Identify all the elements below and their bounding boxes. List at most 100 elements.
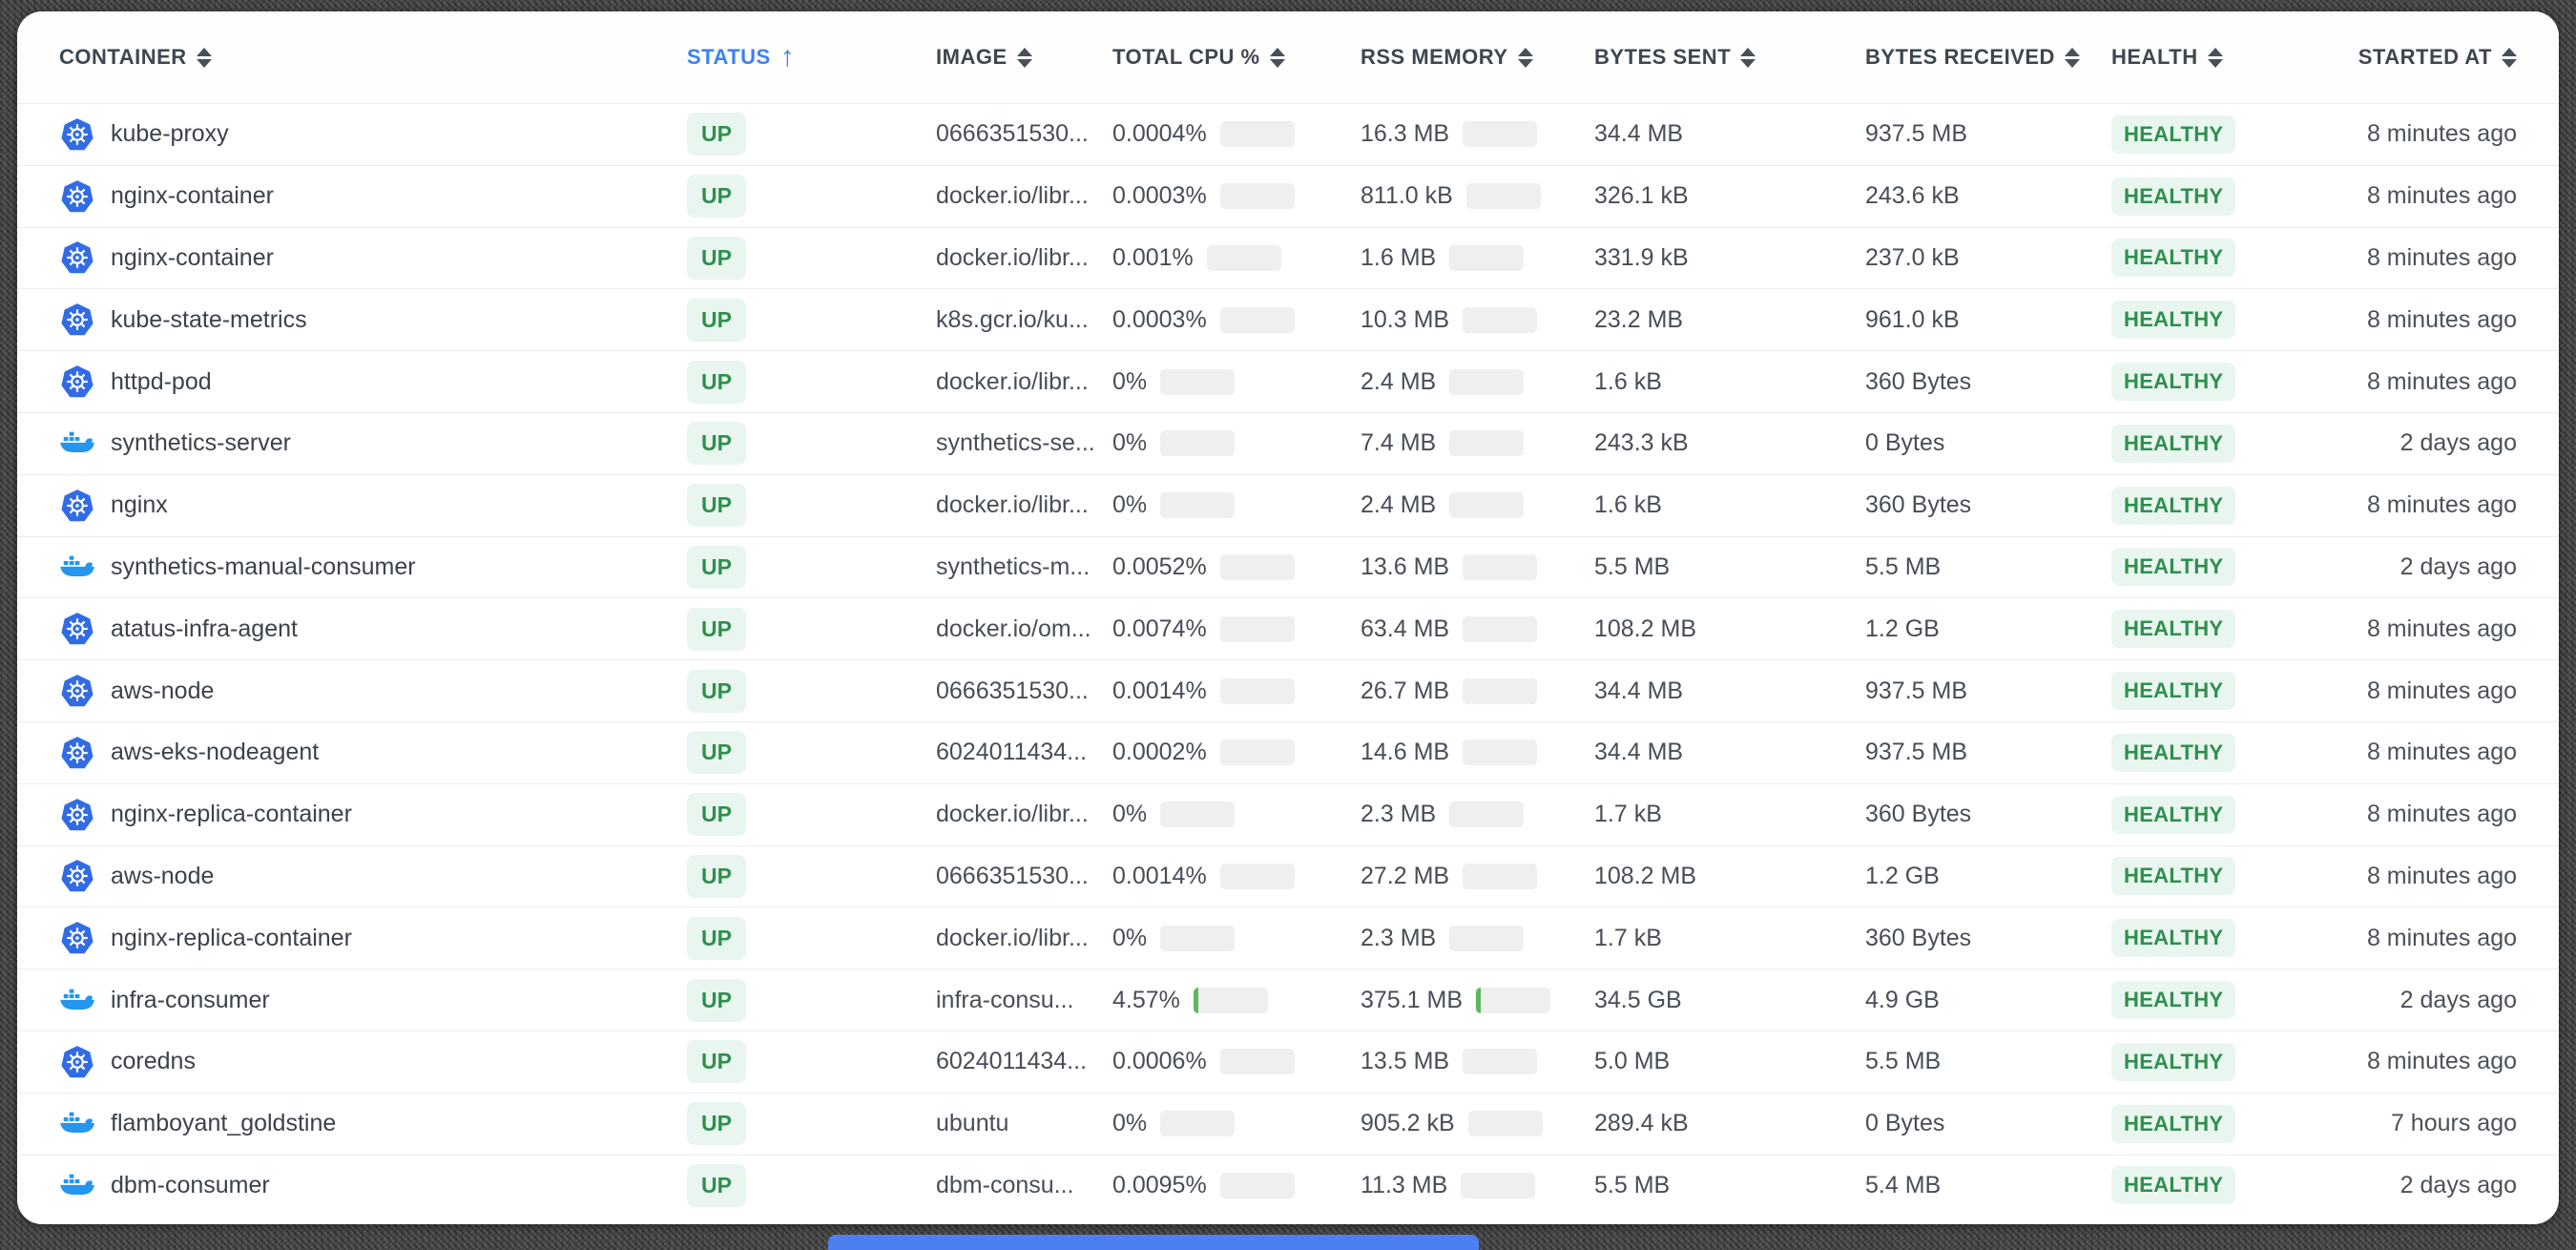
table-row[interactable]: infra-consumer UP infra-consu... 4.57% 3… — [17, 969, 2559, 1031]
sort-ascending-icon: ↑ — [780, 43, 796, 72]
kubernetes-icon — [59, 673, 95, 709]
health-badge: HEALTHY — [2111, 301, 2235, 339]
table-row[interactable]: synthetics-manual-consumer UP synthetics… — [17, 536, 2559, 598]
table-row[interactable]: aws-node UP 0666351530... 0.0014% 27.2 M… — [17, 845, 2559, 907]
rss-memory-value: 14.6 MB — [1361, 739, 1449, 766]
image-name: docker.io/libr... — [936, 368, 1112, 396]
image-name: k8s.gcr.io/ku... — [936, 306, 1112, 334]
container-name: nginx-replica-container — [111, 925, 352, 952]
image-name: synthetics-se... — [936, 429, 1112, 457]
cpu-percent-value: 0.0014% — [1112, 863, 1207, 890]
rss-memory-value: 7.4 MB — [1361, 429, 1436, 457]
image-name: 6024011434... — [936, 739, 1112, 766]
image-name: 0666351530... — [936, 677, 1112, 705]
bytes-sent-value: 243.3 kB — [1594, 429, 1865, 457]
started-at-value: 7 hours ago — [2340, 1110, 2517, 1137]
table-row[interactable]: nginx-replica-container UP docker.io/lib… — [17, 906, 2559, 969]
rss-memory-value: 2.3 MB — [1361, 801, 1436, 828]
container-name: coredns — [111, 1048, 196, 1075]
cpu-meter — [1220, 864, 1295, 889]
started-at-value: 8 minutes ago — [2340, 677, 2517, 705]
column-header-status[interactable]: STATUS ↑ — [687, 43, 936, 72]
cpu-percent-value: 0% — [1112, 429, 1147, 457]
container-name: nginx-container — [111, 182, 274, 210]
table-row[interactable]: aws-eks-nodeagent UP 6024011434... 0.000… — [17, 721, 2559, 783]
rss-memory-value: 2.4 MB — [1361, 368, 1436, 396]
started-at-value: 8 minutes ago — [2340, 306, 2517, 334]
container-name: synthetics-manual-consumer — [111, 553, 416, 581]
column-header-container[interactable]: CONTAINER ↑ — [59, 45, 687, 70]
column-header-health[interactable]: HEALTH ↑ — [2111, 45, 2340, 70]
memory-meter — [1466, 183, 1541, 209]
table-row[interactable]: aws-node UP 0666351530... 0.0014% 26.7 M… — [17, 659, 2559, 721]
container-name: atatus-infra-agent — [111, 615, 298, 643]
started-at-value: 8 minutes ago — [2340, 925, 2517, 952]
kubernetes-icon — [59, 797, 95, 833]
table-row[interactable]: httpd-pod UP docker.io/libr... 0% 2.4 MB… — [17, 350, 2559, 412]
column-header-cpu[interactable]: TOTAL CPU % ↑ — [1112, 45, 1361, 70]
status-badge: UP — [687, 237, 746, 280]
status-badge: UP — [687, 1040, 746, 1083]
bytes-received-value: 243.6 kB — [1865, 182, 2111, 210]
status-badge: UP — [687, 175, 746, 218]
health-badge: HEALTHY — [2111, 796, 2235, 834]
bytes-received-value: 5.5 MB — [1865, 1048, 2111, 1075]
health-badge: HEALTHY — [2111, 425, 2235, 463]
sort-arrows-icon — [2065, 48, 2080, 68]
memory-meter — [1449, 492, 1524, 518]
table-row[interactable]: flamboyant_goldstine UP ubuntu 0% 905.2 … — [17, 1093, 2559, 1155]
table-row[interactable]: nginx-container UP docker.io/libr... 0.0… — [17, 165, 2559, 227]
health-badge: HEALTHY — [2111, 734, 2235, 772]
table-row[interactable]: nginx-replica-container UP docker.io/lib… — [17, 783, 2559, 845]
image-name: docker.io/libr... — [936, 182, 1112, 210]
bytes-sent-value: 34.4 MB — [1594, 677, 1865, 705]
column-header-rss[interactable]: RSS MEMORY ↑ — [1361, 45, 1594, 70]
kubernetes-icon — [59, 302, 95, 338]
memory-meter — [1463, 554, 1537, 580]
column-header-label: STARTED AT — [2358, 45, 2492, 70]
container-name: synthetics-server — [111, 429, 291, 457]
status-badge: UP — [687, 546, 746, 589]
table-row[interactable]: kube-proxy UP 0666351530... 0.0004% 16.3… — [17, 103, 2559, 165]
status-badge: UP — [687, 422, 746, 465]
table-row[interactable]: nginx UP docker.io/libr... 0% 2.4 MB 1.6… — [17, 474, 2559, 536]
column-header-image[interactable]: IMAGE ↑ — [936, 45, 1112, 70]
column-header-bytes_received[interactable]: BYTES RECEIVED ↑ — [1865, 45, 2111, 70]
table-row[interactable]: coredns UP 6024011434... 0.0006% 13.5 MB… — [17, 1031, 2559, 1093]
table-row[interactable]: kube-state-metrics UP k8s.gcr.io/ku... 0… — [17, 288, 2559, 350]
table-row[interactable]: synthetics-server UP synthetics-se... 0%… — [17, 412, 2559, 474]
cpu-percent-value: 0.0095% — [1112, 1172, 1207, 1199]
image-name: infra-consu... — [936, 987, 1112, 1014]
table-row[interactable]: dbm-consumer UP dbm-consu... 0.0095% 11.… — [17, 1155, 2559, 1217]
bytes-sent-value: 331.9 kB — [1594, 244, 1865, 272]
rss-memory-value: 1.6 MB — [1361, 244, 1436, 272]
bytes-received-value: 1.2 GB — [1865, 615, 2111, 643]
memory-meter — [1463, 121, 1537, 147]
started-at-value: 8 minutes ago — [2340, 491, 2517, 519]
column-header-bytes_sent[interactable]: BYTES SENT ↑ — [1594, 45, 1865, 70]
bytes-received-value: 5.4 MB — [1865, 1172, 2111, 1199]
cpu-meter — [1160, 492, 1235, 518]
column-header-started_at[interactable]: STARTED AT ↑ — [2340, 45, 2517, 70]
bytes-received-value: 360 Bytes — [1865, 491, 2111, 519]
container-name: nginx — [111, 491, 168, 519]
kubernetes-icon — [59, 611, 95, 647]
bytes-sent-value: 326.1 kB — [1594, 182, 1865, 210]
started-at-value: 8 minutes ago — [2340, 863, 2517, 890]
health-badge: HEALTHY — [2111, 1043, 2235, 1081]
memory-meter — [1449, 926, 1524, 951]
memory-meter — [1463, 864, 1537, 889]
cpu-meter — [1220, 307, 1295, 333]
table-row[interactable]: nginx-container UP docker.io/libr... 0.0… — [17, 227, 2559, 289]
docker-icon — [59, 1167, 95, 1203]
started-at-value: 2 days ago — [2340, 429, 2517, 457]
started-at-value: 2 days ago — [2340, 1172, 2517, 1199]
kubernetes-icon — [59, 1044, 95, 1080]
rss-memory-value: 11.3 MB — [1361, 1172, 1447, 1199]
started-at-value: 2 days ago — [2340, 553, 2517, 581]
bytes-sent-value: 23.2 MB — [1594, 306, 1865, 334]
cpu-percent-value: 4.57% — [1112, 987, 1180, 1014]
horizontal-scrollbar-thumb[interactable] — [828, 1235, 1479, 1250]
memory-meter — [1463, 740, 1537, 765]
table-row[interactable]: atatus-infra-agent UP docker.io/om... 0.… — [17, 597, 2559, 659]
